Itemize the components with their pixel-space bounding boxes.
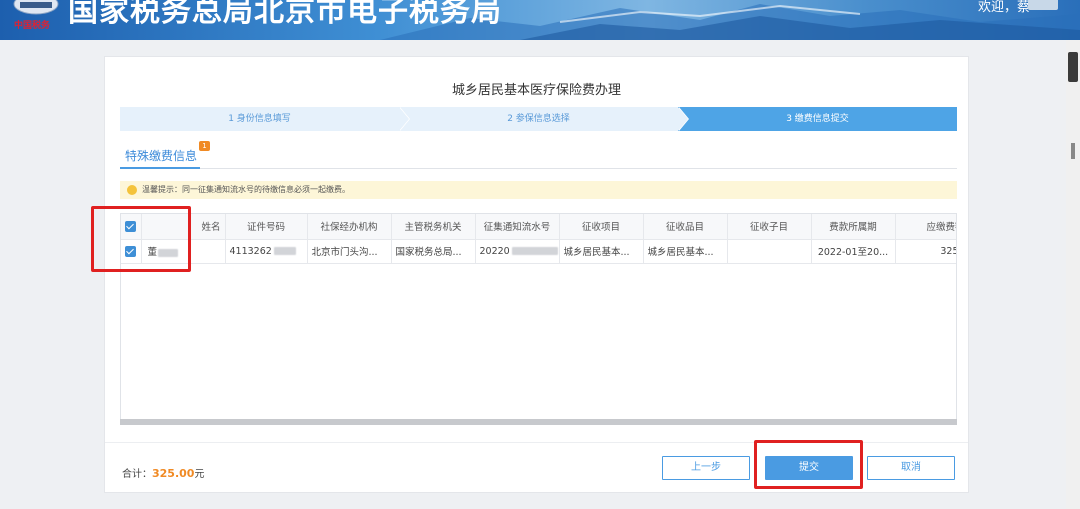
page-scrollbar[interactable] — [1066, 40, 1080, 509]
notice-text: 温馨提示：同一征集通知流水号的待缴信息必须一起缴费。 — [142, 185, 350, 194]
tab-count-badge: 1 — [199, 141, 210, 151]
col-header-category: 征收品目 — [643, 214, 728, 240]
cell-id-number: 4113262 — [225, 239, 308, 264]
cell-amount: 325 — [895, 239, 956, 264]
row-checkbox[interactable] — [121, 239, 142, 264]
col-header-tax-office: 主管税务机关 — [391, 214, 476, 240]
table-row[interactable]: 董 4113262 北京市门头沟... 国家税务总局... 20220 城乡居民… — [121, 239, 956, 264]
cell-tax-office: 国家税务总局... — [391, 239, 476, 264]
user-name-redacted[interactable] — [1028, 0, 1058, 10]
previous-step-button[interactable]: 上一步 — [662, 456, 750, 480]
welcome-text: 欢迎，蔡 — [977, 0, 1030, 15]
footer-divider — [105, 442, 968, 443]
cell-subcategory — [727, 239, 812, 264]
checkbox-checked-icon[interactable] — [125, 245, 137, 257]
step-3: 3 缴费信息提交 — [678, 107, 957, 131]
main-panel: 城乡居民基本医疗保险费办理 1 身份信息填写 2 参保信息选择 3 缴费信息提交… — [104, 56, 969, 493]
notice-bar: 温馨提示：同一征集通知流水号的待缴信息必须一起缴费。 — [120, 181, 957, 199]
step-progress: 1 身份信息填写 2 参保信息选择 3 缴费信息提交 — [120, 107, 957, 131]
cell-serial: 20220 — [475, 239, 560, 264]
lightbulb-icon — [127, 185, 137, 195]
col-header-id: 证件号码 — [225, 214, 308, 240]
checkbox-checked-icon[interactable] — [125, 220, 137, 232]
tab-special-payment[interactable]: 特殊缴费信息 — [125, 147, 197, 164]
tab-divider — [120, 168, 957, 169]
select-all-checkbox[interactable] — [121, 214, 142, 240]
total-amount: 325.00 — [152, 467, 195, 480]
cell-agency: 北京市门头沟... — [307, 239, 392, 264]
site-title: 国家税务总局北京市电子税务局 — [68, 0, 502, 29]
col-header-agency: 社保经办机构 — [307, 214, 392, 240]
total-summary: 合计：325.00元 — [122, 467, 205, 480]
col-header-serial: 征集通知流水号 — [475, 214, 560, 240]
cell-item: 城乡居民基本... — [559, 239, 644, 264]
cell-name: 董 — [141, 239, 226, 264]
cancel-button[interactable]: 取消 — [867, 456, 955, 480]
step-1: 1 身份信息填写 — [120, 107, 410, 131]
cell-period: 2022-01至20... — [811, 239, 896, 264]
col-header-name: 姓名 — [141, 214, 226, 240]
emblem-label: 中国税务 — [14, 21, 51, 31]
payment-table: 姓名 证件号码 社保经办机构 主管税务机关 征集通知流水号 征收项目 征收品目 … — [120, 213, 957, 425]
col-header-amount: 应缴费额 — [895, 214, 956, 240]
step-2: 2 参保信息选择 — [399, 107, 689, 131]
page-title: 城乡居民基本医疗保险费办理 — [451, 83, 621, 98]
col-header-item: 征收项目 — [559, 214, 644, 240]
col-header-subcategory: 征收子目 — [727, 214, 812, 240]
active-tab-indicator — [120, 167, 200, 169]
scrollbar-thumb[interactable] — [1068, 52, 1078, 82]
col-header-period: 费款所属期 — [811, 214, 896, 240]
submit-button[interactable]: 提交 — [765, 456, 853, 480]
site-header: 中国税务 国家税务总局北京市电子税务局 欢迎，蔡 — [0, 0, 1080, 40]
cell-category: 城乡居民基本... — [643, 239, 728, 264]
table-horizontal-scrollbar[interactable] — [120, 419, 957, 425]
table-header-row: 姓名 证件号码 社保经办机构 主管税务机关 征集通知流水号 征收项目 征收品目 … — [121, 214, 956, 240]
scrollbar-marker — [1071, 143, 1075, 159]
